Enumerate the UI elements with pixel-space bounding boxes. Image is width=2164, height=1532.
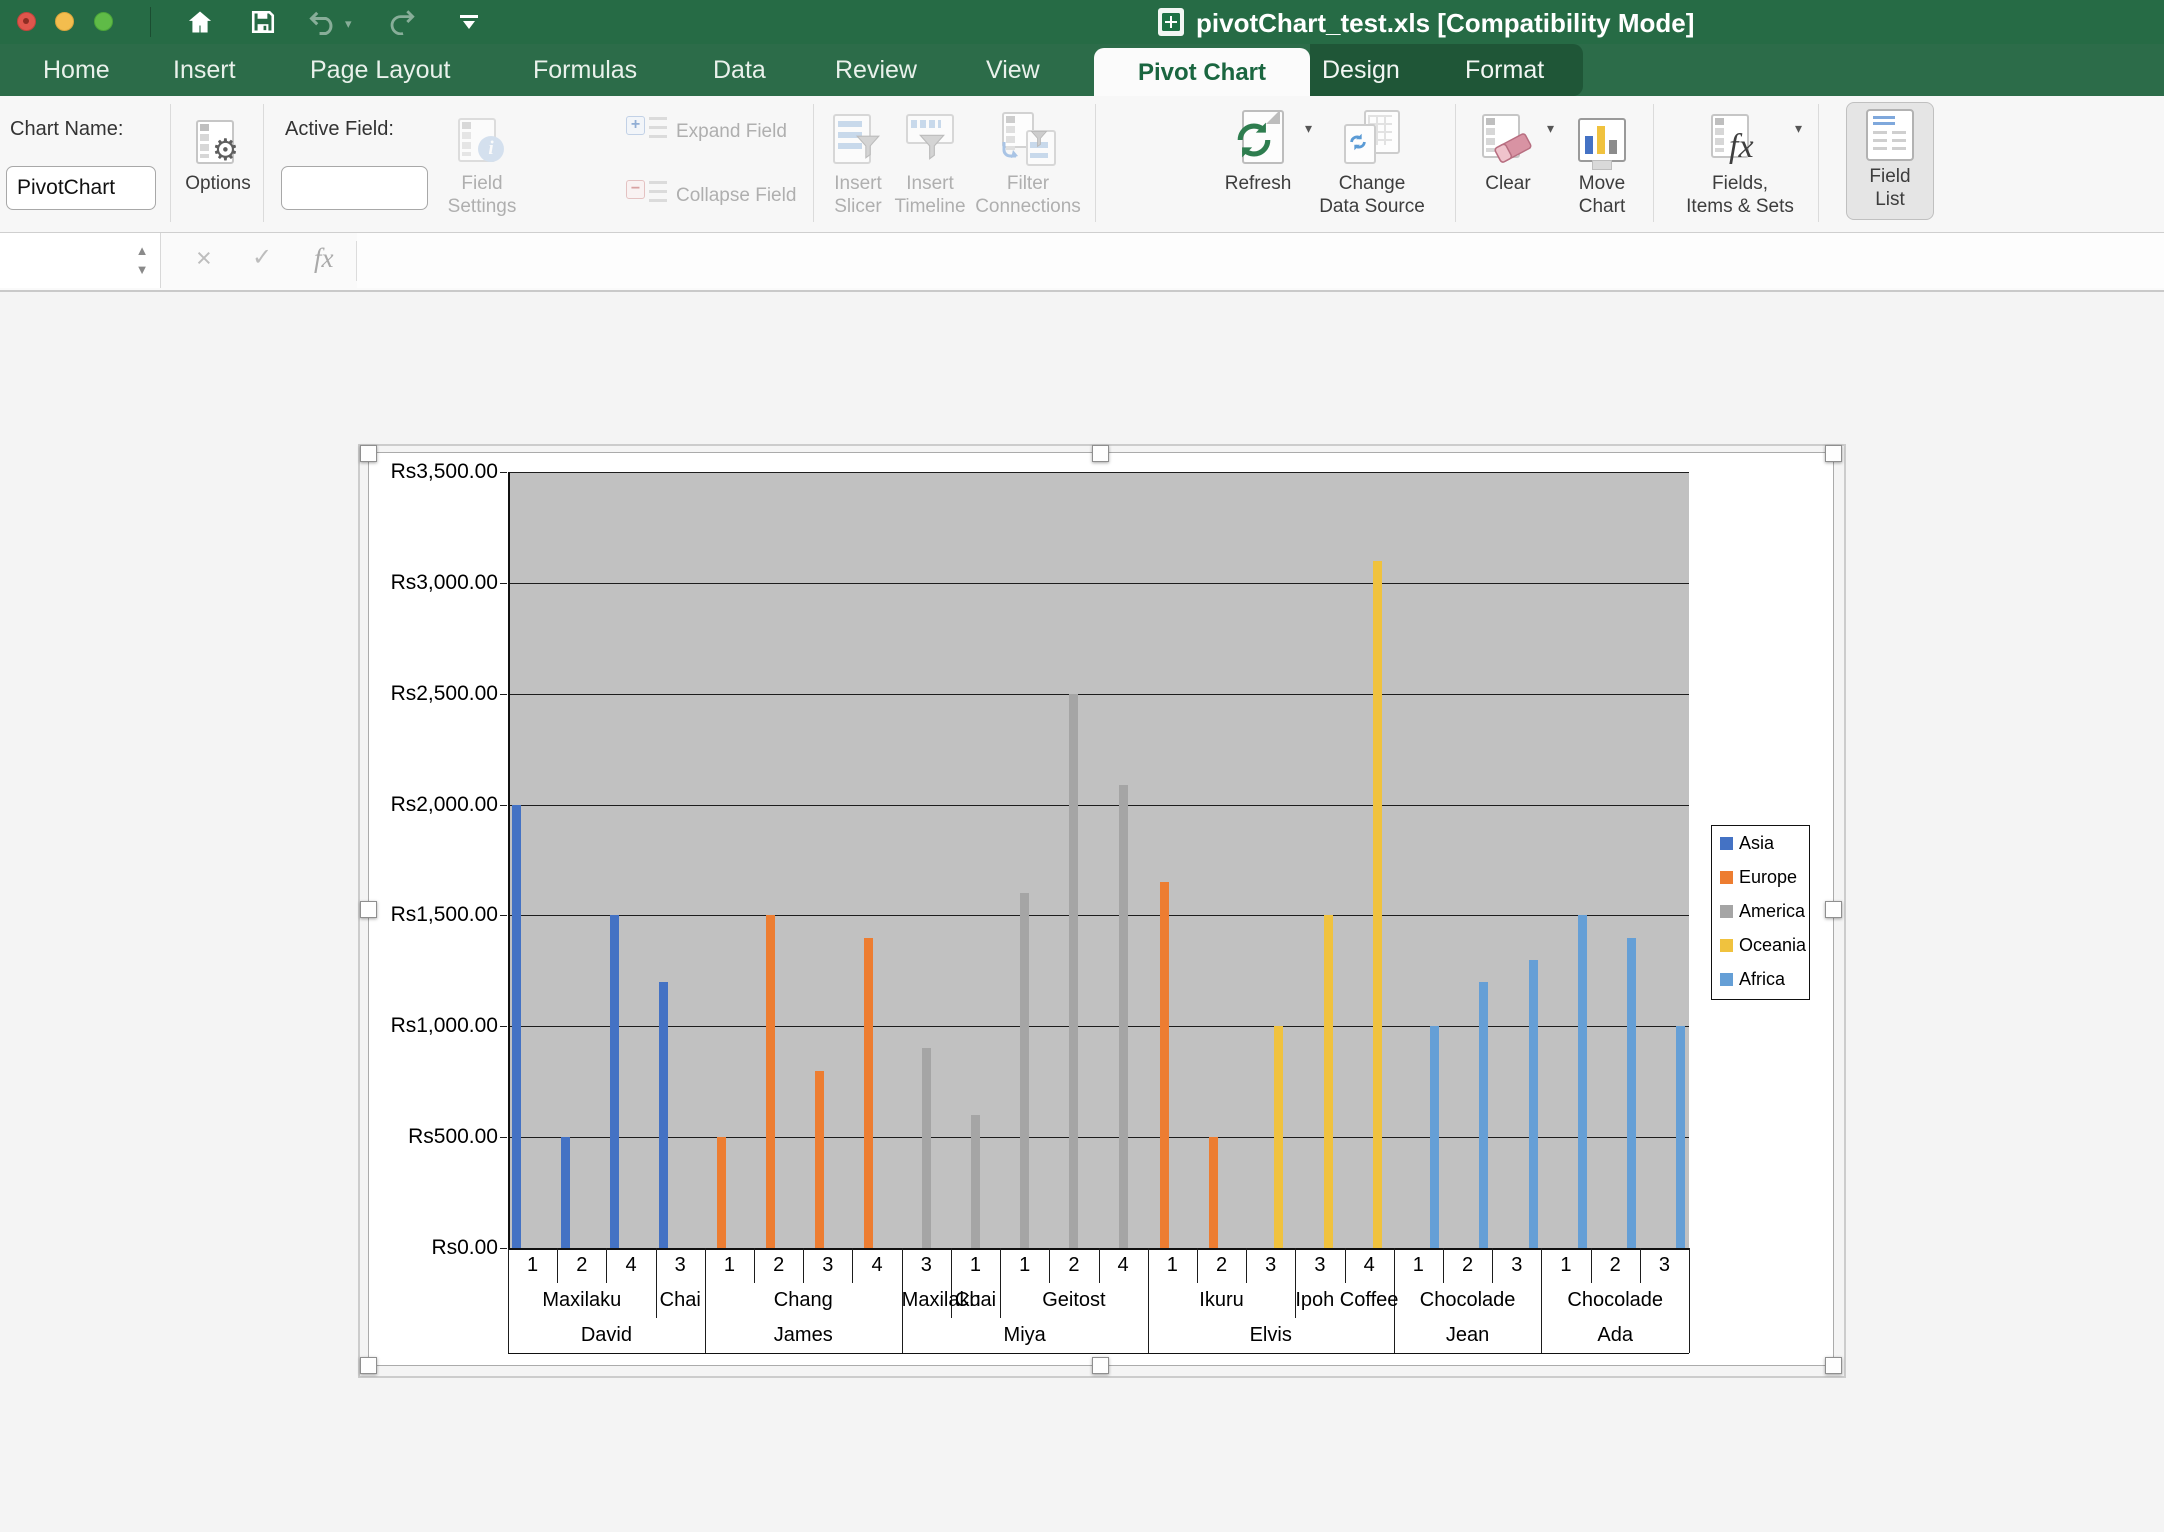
legend-swatch-europe [1720, 871, 1733, 884]
tab-review[interactable]: Review [835, 52, 917, 88]
field-list-button[interactable]: Field List [1846, 102, 1934, 220]
clear-button[interactable]: ▾ Clear [1474, 104, 1542, 228]
move-chart-icon [1566, 104, 1638, 168]
expand-field-icon: + [626, 114, 670, 140]
legend-label: Asia [1739, 833, 1774, 854]
ribbon-tab-bar: Home Insert Page Layout Formulas Data Re… [0, 44, 2164, 96]
zoom-button[interactable] [94, 12, 113, 31]
tab-format[interactable]: Format [1465, 52, 1544, 88]
move-chart-button[interactable]: Move Chart [1566, 104, 1638, 228]
legend-swatch-africa [1720, 973, 1733, 986]
ribbon-divider [263, 104, 264, 222]
refresh-button[interactable]: ▾ Refresh [1212, 104, 1304, 228]
clear-icon [1474, 104, 1542, 168]
field-settings-button: i Field Settings [430, 104, 534, 228]
home-icon[interactable] [183, 6, 217, 38]
legend-item-europe[interactable]: Europe [1720, 867, 1797, 887]
collapse-field-icon: − [626, 178, 670, 204]
chart-legend[interactable]: Asia Europe America Oceania Africa [1711, 825, 1810, 1000]
plot-area[interactable] [508, 472, 1689, 1248]
excel-window: ▾ pivotChart_test.xls [Compatibility Mod… [0, 0, 2164, 1532]
active-field-label: Active Field: [285, 118, 394, 141]
filter-connections-button: Filter Connections [968, 104, 1088, 228]
title-bar: ▾ pivotChart_test.xls [Compatibility Mod… [0, 0, 2164, 44]
close-button[interactable] [17, 12, 36, 31]
ribbon-divider [1818, 104, 1819, 222]
options-icon: ⚙ [178, 104, 258, 168]
chart-name-label: Chart Name: [10, 118, 123, 141]
legend-swatch-america [1720, 905, 1733, 918]
legend-label: America [1739, 901, 1805, 922]
ribbon-divider [1653, 104, 1654, 222]
insert-timeline-icon [880, 104, 980, 168]
change-data-source-button[interactable]: Change Data Source [1316, 104, 1428, 228]
legend-swatch-asia [1720, 837, 1733, 850]
enter-icon[interactable]: ✓ [252, 243, 272, 272]
undo-caret-icon[interactable]: ▾ [345, 16, 352, 32]
refresh-caret-icon[interactable]: ▾ [1305, 120, 1312, 137]
change-data-source-icon [1316, 104, 1428, 168]
tab-insert[interactable]: Insert [173, 52, 236, 88]
minimize-button[interactable] [55, 12, 74, 31]
legend-item-oceania[interactable]: Oceania [1720, 935, 1806, 955]
legend-label: Europe [1739, 867, 1797, 888]
tab-view[interactable]: View [986, 52, 1040, 88]
ribbon-divider [1095, 104, 1096, 222]
legend-label: Africa [1739, 969, 1785, 990]
undo-icon[interactable] [306, 6, 340, 38]
insert-function-icon[interactable]: fx [314, 243, 334, 274]
legend-item-africa[interactable]: Africa [1720, 969, 1785, 989]
excel-document-icon [1158, 8, 1184, 36]
insert-timeline-button: Insert Timeline [880, 104, 980, 228]
tab-home[interactable]: Home [43, 52, 110, 88]
tab-page-layout[interactable]: Page Layout [310, 52, 450, 88]
cancel-icon[interactable]: × [196, 243, 212, 274]
formula-bar: ▲▼ × ✓ fx [0, 233, 2164, 292]
clear-caret-icon[interactable]: ▾ [1547, 120, 1554, 137]
legend-item-asia[interactable]: Asia [1720, 833, 1774, 853]
ribbon-divider [170, 104, 171, 222]
collapse-field-button: − Collapse Field [626, 176, 826, 220]
legend-swatch-oceania [1720, 939, 1733, 952]
fields-items-sets-icon: fx [1676, 104, 1804, 168]
ribbon-divider [1455, 104, 1456, 222]
legend-label: Oceania [1739, 935, 1806, 956]
refresh-icon [1212, 104, 1304, 168]
redo-icon[interactable] [386, 6, 420, 38]
fields-items-sets-caret-icon[interactable]: ▾ [1795, 120, 1802, 137]
fields-items-sets-button[interactable]: fx ▾ Fields, Items & Sets [1676, 104, 1804, 228]
tab-data[interactable]: Data [713, 52, 766, 88]
options-button[interactable]: ⚙ Options [178, 104, 258, 228]
field-list-icon [1847, 103, 1933, 161]
filter-connections-icon [968, 104, 1088, 168]
field-settings-icon: i [430, 104, 534, 168]
ribbon: Chart Name: ⚙ Options Active Field: i [0, 96, 2164, 233]
tab-design[interactable]: Design [1322, 52, 1400, 88]
name-box-stepper[interactable]: ▲▼ [132, 241, 152, 281]
active-field-input[interactable] [281, 166, 428, 210]
window-title: pivotChart_test.xls [Compatibility Mode] [1196, 8, 1694, 39]
customize-quick-access-icon[interactable] [452, 6, 486, 38]
save-icon[interactable] [246, 6, 280, 38]
chart-name-input[interactable] [6, 166, 156, 210]
name-box[interactable]: ▲▼ [0, 233, 161, 288]
legend-item-america[interactable]: America [1720, 901, 1805, 921]
tab-pivot-chart-analyse[interactable]: Pivot Chart Analyse [1094, 48, 1310, 96]
tab-formulas[interactable]: Formulas [533, 52, 637, 88]
expand-field-button: + Expand Field [626, 112, 816, 156]
formula-input[interactable] [357, 233, 2164, 288]
titlebar-divider [150, 7, 151, 37]
